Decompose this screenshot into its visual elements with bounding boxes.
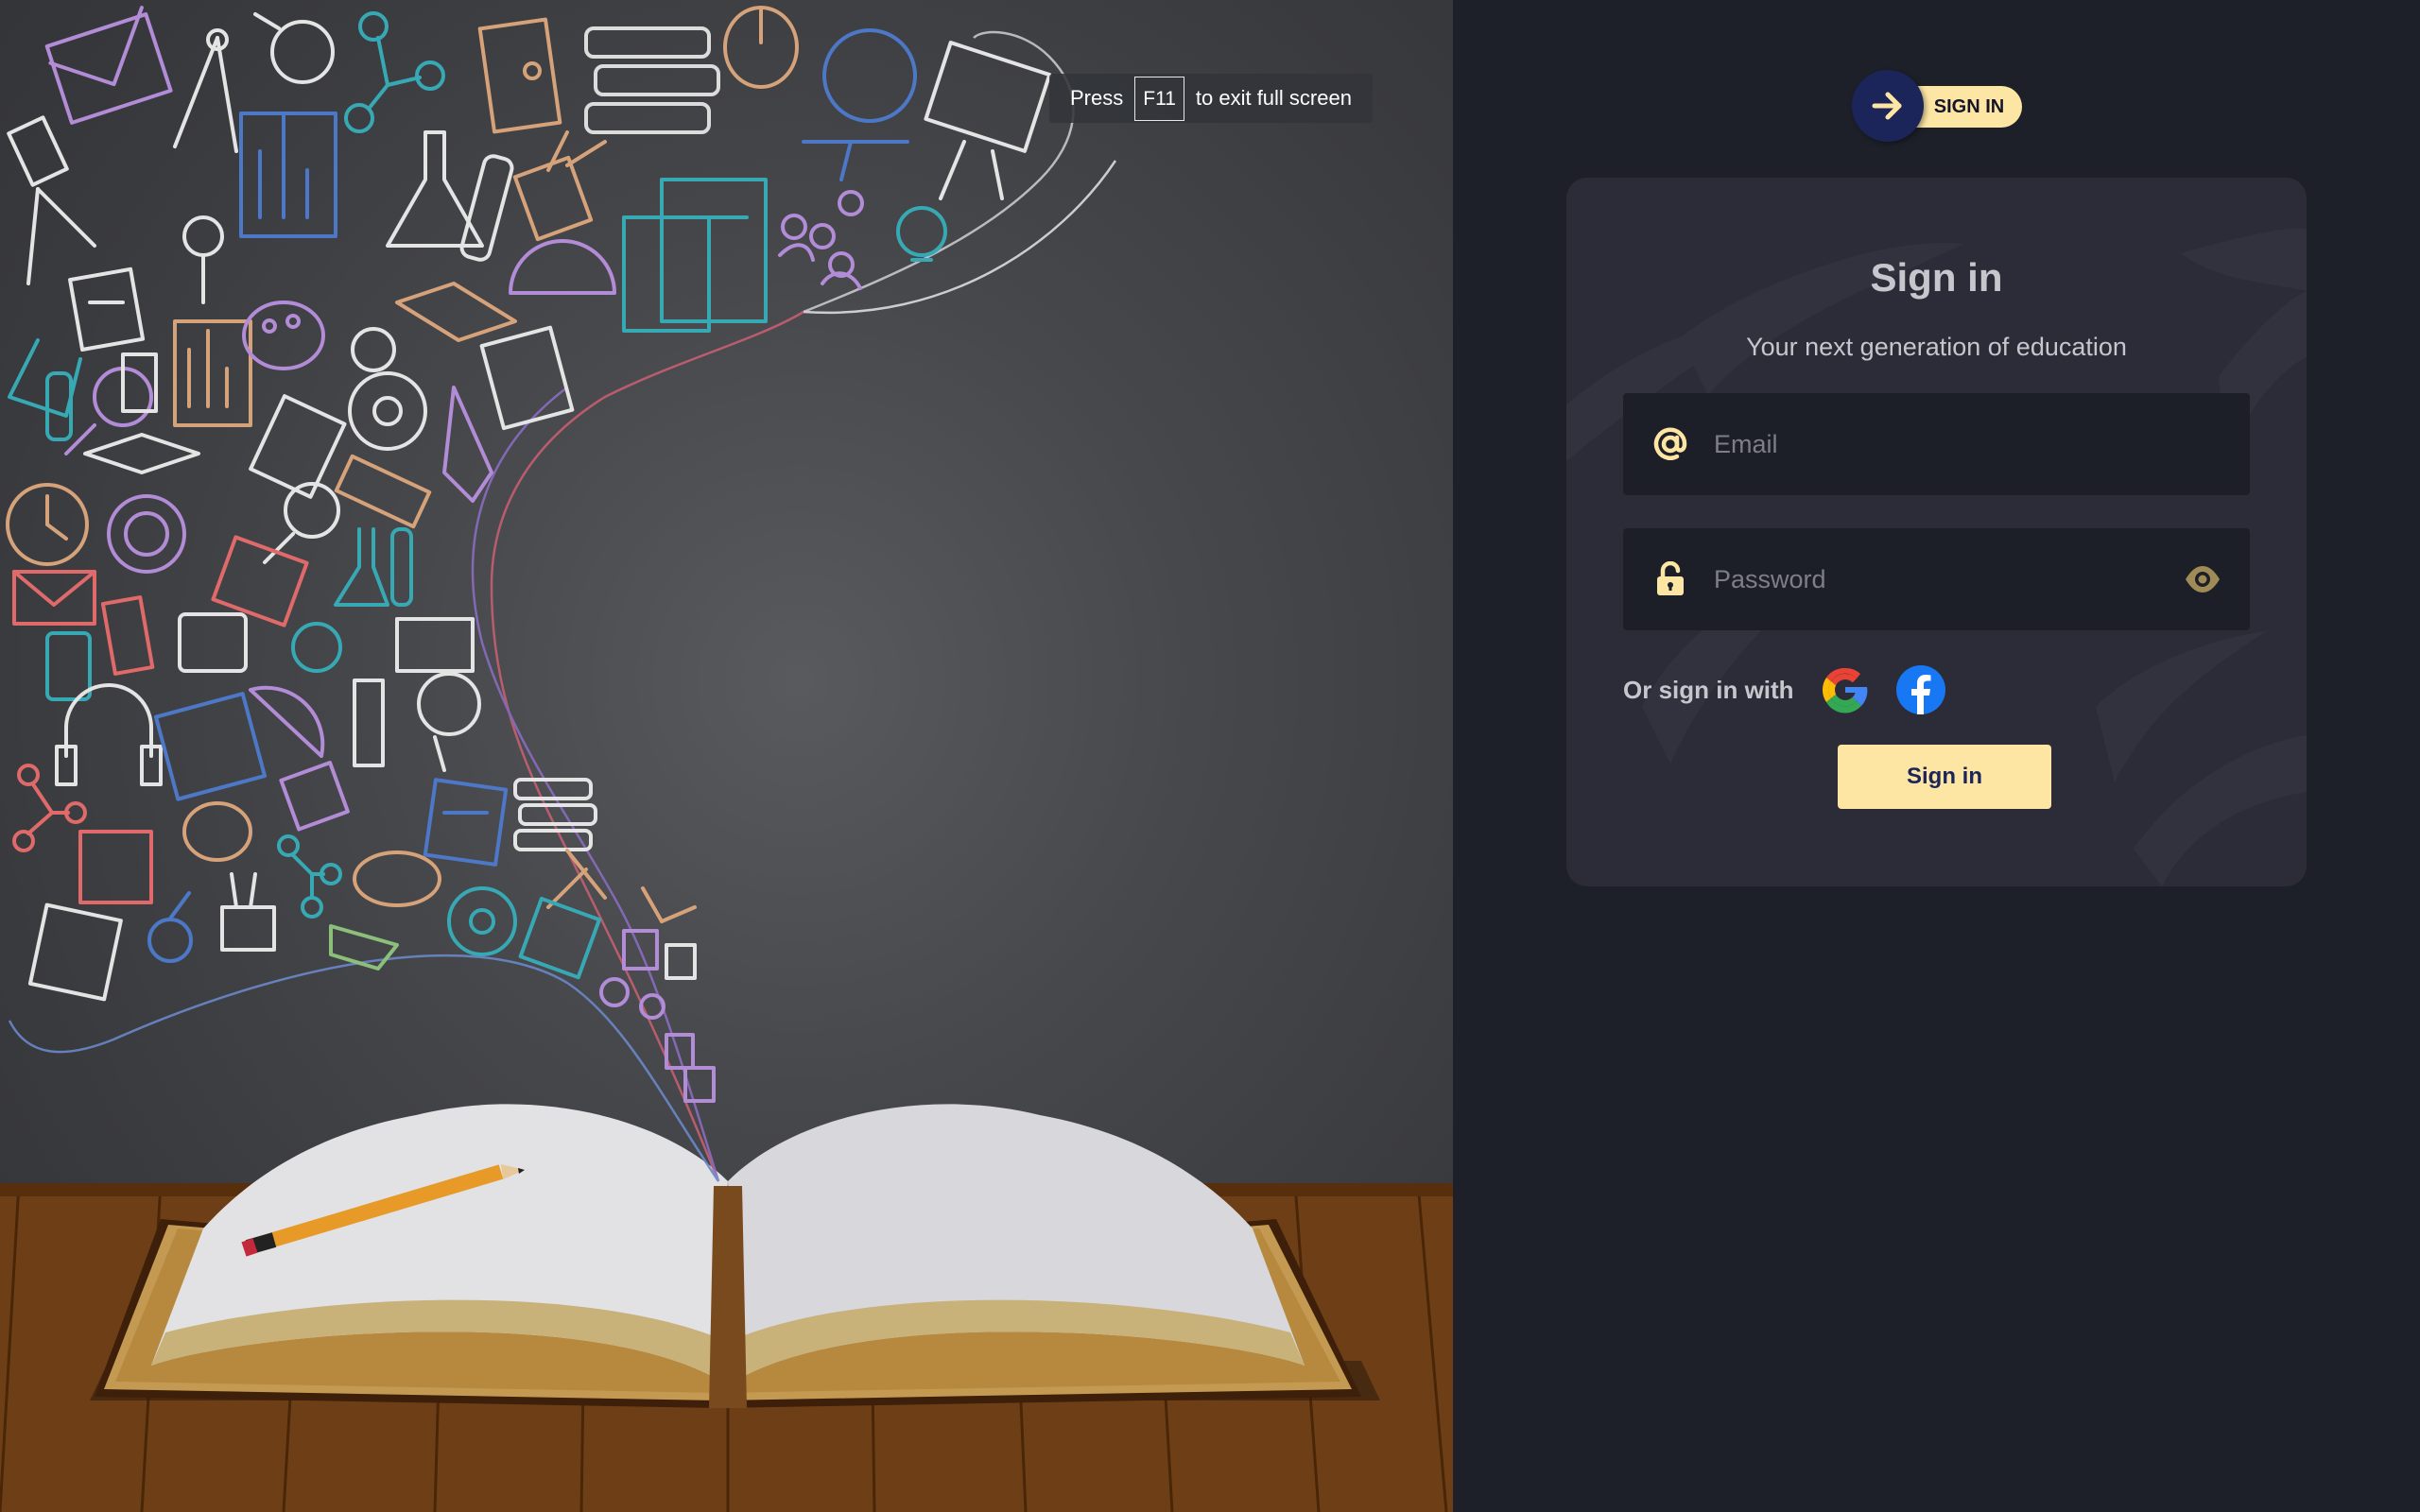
at-icon — [1651, 425, 1689, 463]
f11-key-badge: F11 — [1134, 76, 1184, 121]
auth-panel: SIGN IN Sign in Your next generation of … — [1453, 0, 2420, 1512]
password-field[interactable]: Password — [1623, 528, 2250, 630]
unlock-icon — [1651, 560, 1689, 598]
google-icon[interactable] — [1819, 663, 1872, 716]
eye-icon[interactable] — [2184, 560, 2221, 598]
password-placeholder: Password — [1714, 564, 1826, 593]
education-doodles-illustration — [0, 6, 1453, 1512]
email-placeholder: Email — [1714, 429, 1778, 458]
social-signin-row: Or sign in with — [1623, 662, 1970, 718]
signin-title: Sign in — [1870, 255, 2003, 300]
fullscreen-hint-suffix: to exit full screen — [1195, 86, 1352, 110]
fullscreen-hint-prefix: Press — [1070, 86, 1124, 110]
signin-subtitle: Your next generation of education — [1746, 333, 2127, 361]
signin-button[interactable]: Sign in — [1838, 745, 2051, 809]
facebook-icon[interactable] — [1894, 663, 1947, 716]
arrow-right-icon[interactable] — [1852, 70, 1924, 142]
signin-mode-toggle[interactable]: SIGN IN — [1852, 70, 2022, 142]
fullscreen-hint: Press F11 to exit full screen — [1049, 74, 1373, 123]
email-field[interactable]: Email — [1623, 393, 2250, 495]
social-signin-label: Or sign in with — [1623, 675, 1794, 704]
signin-card: Sign in Your next generation of educatio… — [1566, 178, 2307, 886]
hero-illustration: Press F11 to exit full screen — [0, 0, 1453, 1512]
